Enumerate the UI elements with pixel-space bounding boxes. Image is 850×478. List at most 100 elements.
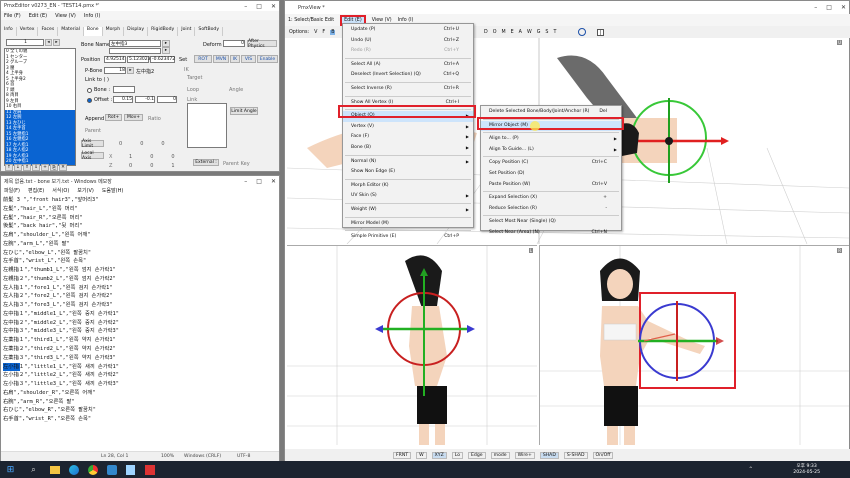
index-field[interactable]: 1: [6, 39, 44, 46]
notepad-menu-item[interactable]: 서식(O): [52, 187, 69, 194]
menu-item[interactable]: Expand Selection (X) +: [481, 193, 621, 204]
ik-link-list[interactable]: [187, 103, 227, 148]
pmx-taskbar-icon[interactable]: [143, 463, 156, 476]
minimize-icon[interactable]: –: [814, 4, 817, 11]
pmx-menu-item[interactable]: File (F): [4, 13, 21, 19]
close-icon[interactable]: ✕: [841, 4, 846, 11]
link-bone-field[interactable]: [113, 86, 135, 93]
pmx-tab[interactable]: SoftBody: [195, 27, 224, 36]
bone-name-arrow-button[interactable]: ▸: [162, 40, 170, 47]
menu-item[interactable]: Weight (W) ▶: [343, 205, 473, 216]
bone-name-field[interactable]: 左中指3: [109, 40, 161, 47]
pos-y-field[interactable]: 5.123023: [127, 56, 150, 63]
bottom-toggle[interactable]: W: [416, 451, 427, 459]
pos-x-field[interactable]: 4.92514: [104, 56, 126, 63]
menu-item[interactable]: Morph Editor (K): [343, 181, 473, 192]
opt-v[interactable]: V: [314, 30, 317, 35]
search-icon[interactable]: ⌕: [27, 463, 40, 476]
pmx-menu-item[interactable]: Edit (E): [29, 13, 47, 19]
after-physics-checkbox[interactable]: After Physics: [247, 39, 277, 49]
tool-m[interactable]: M: [501, 30, 505, 35]
menu-item[interactable]: Select Near (Area) (N) Ctrl+N: [481, 228, 621, 239]
mov-plus-checkbox[interactable]: Mov+: [124, 114, 143, 121]
menu-info[interactable]: Info (I): [398, 18, 414, 23]
menu-item[interactable]: UV Skin (S) ▶: [343, 191, 473, 202]
notepad-menu-item[interactable]: 파일(F): [4, 187, 20, 194]
p-bone-field[interactable]: 18: [104, 67, 126, 74]
menu-item[interactable]: Mirror Model (M): [343, 219, 473, 230]
bone-list[interactable]: 0 全ての親 1 センター 2 グルーブ 3 腰4 上半身 5 上半身2 6 首7 頭8 …: [4, 48, 76, 166]
tool-t[interactable]: T: [553, 30, 556, 35]
menu-item[interactable]: Simple Primitive (E) Ctrl+P: [343, 232, 473, 243]
bottom-toggle[interactable]: mode: [490, 451, 510, 459]
bottom-toggle[interactable]: On/Off: [592, 451, 614, 459]
menu-item[interactable]: Paste Position (W) Ctrl+V: [481, 180, 621, 191]
menu-item[interactable]: Select Most Near (Single) (Q): [481, 217, 621, 228]
bone-name-en-arrow-button[interactable]: ▸: [162, 47, 170, 54]
maximize-icon[interactable]: □: [826, 4, 832, 11]
vis-toggle[interactable]: VIS: [241, 55, 256, 63]
opt-b[interactable]: B: [330, 29, 336, 35]
bottom-toggle[interactable]: Lo: [451, 451, 464, 459]
bone-name-en-field[interactable]: [109, 48, 161, 54]
set-button[interactable]: Set: [179, 57, 187, 63]
tool-e[interactable]: E: [511, 30, 514, 35]
ik-toggle[interactable]: IK: [230, 55, 240, 63]
bottom-toggle[interactable]: Wire+: [514, 451, 535, 459]
external-checkbox[interactable]: External :: [193, 159, 219, 166]
minimize-icon[interactable]: –: [244, 3, 247, 10]
menu-item[interactable]: Select Inverse (R) Ctrl+R: [343, 84, 473, 95]
file-explorer-icon[interactable]: [48, 463, 61, 476]
menu-item[interactable]: Copy Position (C) Ctrl+C: [481, 158, 621, 169]
bottom-toggle[interactable]: XYZ: [431, 451, 447, 459]
tool-o[interactable]: O: [493, 30, 497, 35]
viewport-right[interactable]: R: [539, 245, 849, 445]
menu-item[interactable]: Select All (A) Ctrl+A: [343, 60, 473, 71]
menu-item[interactable]: Face (F) ▶: [343, 132, 473, 143]
pmx-tab[interactable]: Material: [58, 27, 84, 36]
target-icon[interactable]: [578, 28, 586, 36]
bottom-toggle[interactable]: S-SHAD: [563, 451, 588, 459]
menu-item[interactable]: Reduce Selection (R) -: [481, 204, 621, 215]
tool-s[interactable]: S: [545, 30, 548, 35]
pmx-tab[interactable]: Bone: [83, 27, 103, 36]
menu-item[interactable]: Vertex (V) ▶: [343, 122, 473, 133]
index-next-button[interactable]: ▸: [53, 39, 60, 46]
move-up-button[interactable]: ↑: [5, 164, 13, 171]
menu-view[interactable]: View (V): [372, 18, 392, 23]
menu-item[interactable]: Redo (R) Ctrl+Y: [343, 46, 473, 57]
menu-item[interactable]: Deselect (Invert Selection) (Q) Ctrl+Q: [343, 70, 473, 81]
start-icon[interactable]: ⊞: [4, 463, 17, 476]
viewport-left[interactable]: L: [287, 245, 537, 445]
tool-g[interactable]: G: [537, 30, 541, 35]
menu-item[interactable]: Delete Selected Bone/Body/Joint/Anchor (…: [481, 107, 621, 118]
pmx-menu-item[interactable]: Info (I): [84, 13, 100, 19]
bone-radio[interactable]: Bone :: [87, 87, 110, 93]
offset-x-field[interactable]: 0.15: [113, 96, 133, 103]
notepad-menu-item[interactable]: 편집(E): [28, 187, 44, 194]
notepad-text-area[interactable]: 前髪 3 ","front hair3","앞머리3" 左髪","hair_L",…: [1, 196, 279, 450]
bottom-toggle[interactable]: Edge: [468, 451, 486, 459]
copy-button[interactable]: ⎘: [50, 164, 58, 171]
close-icon[interactable]: ✕: [271, 178, 276, 185]
index-prev-button[interactable]: ◂: [45, 39, 52, 46]
close-icon[interactable]: ✕: [271, 3, 276, 10]
menu-item[interactable]: Update (P) Ctrl+U: [343, 25, 473, 36]
chrome-icon[interactable]: [86, 463, 99, 476]
app-icon[interactable]: [105, 463, 118, 476]
move-down-button[interactable]: ↓: [14, 164, 22, 171]
offset-radio[interactable]: Offset :: [87, 97, 112, 103]
clock[interactable]: 오후 9:33 2024-05-25: [793, 464, 820, 476]
menu-item[interactable]: Show Non Edge (E): [343, 167, 473, 178]
menu-item[interactable]: Normal (N) ▶: [343, 157, 473, 168]
mvn-toggle[interactable]: MVN: [213, 55, 229, 63]
rot-plus-checkbox[interactable]: Rot+: [105, 114, 122, 121]
top-button[interactable]: ⇑: [23, 164, 31, 171]
delete-button[interactable]: ✕: [59, 164, 67, 171]
pmx-menu-item[interactable]: View (V): [55, 13, 76, 19]
notepad-taskbar-icon[interactable]: [124, 463, 137, 476]
enable-toggle[interactable]: Enable: [257, 55, 278, 63]
menu-item[interactable]: Bone (B) ▶: [343, 143, 473, 154]
tool-w[interactable]: W: [527, 30, 532, 35]
axis-limit-checkbox[interactable]: Axis Limit: [81, 139, 104, 149]
